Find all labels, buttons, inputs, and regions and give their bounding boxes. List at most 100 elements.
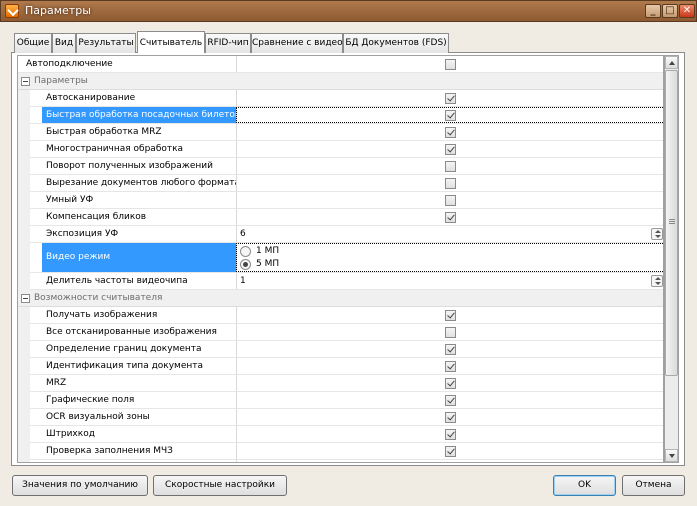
collapse-icon[interactable] [21,294,30,303]
vertical-scrollbar[interactable] [664,55,679,463]
checkbox[interactable] [445,178,456,189]
category-header[interactable]: Параметры [18,73,663,90]
property-row[interactable]: Экспозиция УФ 6 [18,226,663,243]
row-gutter [18,192,30,209]
property-value[interactable] [236,124,663,140]
checkbox[interactable] [445,59,456,70]
checkbox[interactable] [445,144,456,155]
category-header[interactable]: Возможности считывателя [18,290,663,307]
speed-settings-button[interactable]: Скоростные настройки [153,475,287,496]
checkbox[interactable] [445,93,456,104]
property-row[interactable]: Штрихкод [18,426,663,443]
defaults-button[interactable]: Значения по умолчанию [12,475,148,496]
property-row[interactable]: Делитель частоты видеочипа 1 [18,273,663,290]
property-value[interactable] [236,324,663,340]
property-row[interactable]: Быстрая обработка посадочных билетов [18,107,663,124]
checkbox[interactable] [445,327,456,338]
property-value[interactable] [236,158,663,174]
property-row[interactable]: Быстрая обработка MRZ [18,124,663,141]
row-gutter [18,226,30,243]
property-row[interactable]: Вырезание документов любого формата [18,175,663,192]
scroll-thumb[interactable] [665,70,678,376]
property-value[interactable] [236,358,663,374]
property-row[interactable]: Компенсация бликов [18,209,663,226]
property-value[interactable] [236,90,663,106]
property-name: Анализ текста [46,460,236,462]
spinner-icon[interactable] [651,228,663,240]
property-value[interactable] [236,341,663,357]
property-row[interactable]: Видео режим 1 МП 5 МП [18,243,663,273]
property-value[interactable] [236,107,663,123]
property-name: Определение границ документа [46,344,202,354]
checkbox[interactable] [445,361,456,372]
minimize-button[interactable]: _ [645,4,661,18]
property-row[interactable]: Идентификация типа документа [18,358,663,375]
checkbox[interactable] [445,195,456,206]
property-row[interactable]: Умный УФ [18,192,663,209]
checkbox[interactable] [445,344,456,355]
property-value[interactable] [236,409,663,425]
ok-button[interactable]: OK [553,475,616,496]
property-value[interactable]: 1 [236,273,663,289]
property-value[interactable]: 6 [236,226,663,242]
property-value[interactable] [236,426,663,442]
property-name: Делитель частоты видеочипа [46,276,188,286]
property-row[interactable]: Получать изображения [18,307,663,324]
value-text[interactable]: 1 [240,273,246,289]
window-title: Параметры [25,4,91,17]
property-row[interactable]: Определение границ документа [18,341,663,358]
close-button[interactable]: ✕ [679,4,695,18]
checkbox[interactable] [445,378,456,389]
checkbox[interactable] [445,395,456,406]
property-name: Автоподключение [26,59,113,69]
property-value[interactable] [236,209,663,225]
checkbox[interactable] [445,127,456,138]
checkbox[interactable] [445,412,456,423]
property-name: Графические поля [46,395,135,405]
spinner-icon[interactable] [651,275,663,287]
tab-video-compare[interactable]: Сравнение с видео [251,33,343,53]
tab-general[interactable]: Общие [14,33,52,53]
scroll-down-icon[interactable] [665,449,678,462]
checkbox[interactable] [445,110,456,121]
property-value[interactable] [236,392,663,408]
property-value[interactable] [236,443,663,459]
property-row[interactable]: Автосканирование [18,90,663,107]
property-value[interactable] [236,192,663,208]
app-icon [5,4,19,18]
tab-reader[interactable]: Считыватель [137,31,205,53]
maximize-button[interactable]: □ [662,4,678,18]
checkbox[interactable] [445,310,456,321]
checkbox[interactable] [445,212,456,223]
tab-view[interactable]: Вид [52,33,76,53]
radio-button[interactable] [240,259,251,270]
property-value[interactable] [236,141,663,157]
property-value[interactable] [236,175,663,191]
property-value[interactable]: 1 МП 5 МП [236,243,663,272]
value-text[interactable]: 6 [240,226,246,242]
collapse-icon[interactable] [21,77,30,86]
cancel-button[interactable]: Отмена [622,475,685,496]
property-row[interactable]: MRZ [18,375,663,392]
property-row[interactable]: Многостраничная обработка [18,141,663,158]
property-value[interactable] [236,460,663,462]
radio-button[interactable] [240,246,251,257]
tab-results[interactable]: Результаты [76,33,136,53]
checkbox[interactable] [445,446,456,457]
checkbox[interactable] [445,429,456,440]
property-value[interactable] [236,56,663,72]
property-row[interactable]: OCR визуальной зоны [18,409,663,426]
property-value[interactable] [236,375,663,391]
property-row[interactable]: Все отсканированные изображения [18,324,663,341]
scroll-up-icon[interactable] [665,56,678,69]
property-row[interactable]: Анализ текста [18,460,663,462]
category-label: Возможности считывателя [34,293,163,303]
tab-rfid[interactable]: RFID-чип [205,33,251,53]
property-row[interactable]: Автоподключение [18,56,663,73]
property-value[interactable] [236,307,663,323]
property-row[interactable]: Поворот полученных изображений [18,158,663,175]
property-row[interactable]: Проверка заполнения МЧЗ [18,443,663,460]
tab-fds[interactable]: БД Документов (FDS) [343,33,449,53]
checkbox[interactable] [445,161,456,172]
property-row[interactable]: Графические поля [18,392,663,409]
